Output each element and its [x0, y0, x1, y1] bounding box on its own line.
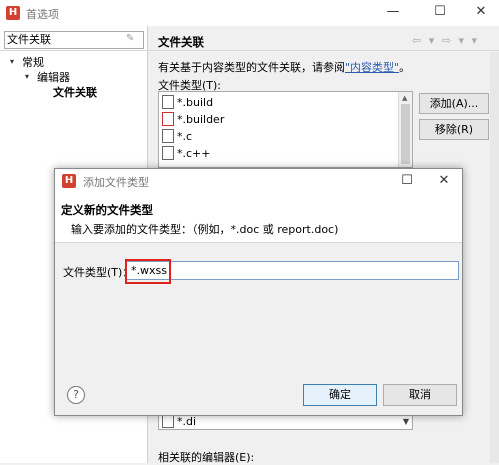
- file-types-list[interactable]: *.build *.builder *.c *.c++ ▲: [158, 91, 413, 168]
- ok-button[interactable]: 确定: [303, 384, 377, 406]
- file-type-field-label: 文件类型(T)：: [63, 266, 134, 279]
- cancel-button[interactable]: 取消: [383, 384, 457, 406]
- page-title: 文件关联: [158, 35, 204, 49]
- app-icon: H: [6, 6, 20, 20]
- file-icon: [162, 146, 174, 160]
- scroll-thumb[interactable]: [401, 104, 410, 164]
- annotation-highlight: [125, 259, 171, 284]
- filter-input[interactable]: 文件关联: [4, 31, 144, 49]
- list-scrollbar[interactable]: ▲: [398, 92, 412, 167]
- description-text: 有关基于内容类型的文件关联，请参阅: [158, 61, 345, 74]
- page-description: 有关基于内容类型的文件关联，请参阅"内容类型"。: [158, 59, 410, 75]
- list-item[interactable]: *.c++: [162, 145, 210, 162]
- dialog-header-title: 定义新的文件类型: [61, 203, 153, 217]
- file-icon: [162, 129, 174, 143]
- tree-item-editors[interactable]: 编辑器: [37, 69, 70, 85]
- tree-item-file-associations[interactable]: 文件关联: [53, 84, 97, 100]
- tree-item-general[interactable]: 常规: [22, 54, 44, 70]
- dialog-header-description: 输入要添加的文件类型：（例如，*.doc 或 report.doc): [71, 223, 339, 236]
- remove-file-type-button[interactable]: 移除(R): [419, 119, 489, 140]
- clear-filter-icon[interactable]: ✎: [126, 33, 138, 45]
- file-icon: [162, 414, 174, 428]
- maximize-button[interactable]: ☐: [425, 1, 455, 23]
- divider: [0, 50, 499, 51]
- list-item[interactable]: *.build: [162, 94, 213, 111]
- file-type-input[interactable]: *.wxss: [126, 261, 459, 280]
- minimize-button[interactable]: —: [378, 1, 408, 23]
- file-icon: [162, 112, 174, 126]
- dialog-header: 定义新的文件类型 输入要添加的文件类型：（例如，*.doc 或 report.d…: [55, 194, 462, 243]
- maximize-button[interactable]: ☐: [392, 170, 422, 192]
- file-icon: [162, 95, 174, 109]
- main-titlebar: H 首选项 — ☐ ✕: [0, 0, 499, 26]
- add-file-type-dialog: H 添加文件类型 ☐ ✕ 定义新的文件类型 输入要添加的文件类型：（例如，*.d…: [54, 168, 463, 416]
- content-types-link[interactable]: "内容类型": [345, 61, 399, 74]
- nav-arrows-icon[interactable]: ⇦ ▾ ⇨ ▾ ▾: [412, 34, 479, 47]
- chevron-down-icon[interactable]: ▼: [403, 414, 409, 429]
- window-title: 首选项: [26, 8, 59, 21]
- add-file-type-button[interactable]: 添加(A)...: [419, 93, 489, 114]
- help-icon[interactable]: ?: [67, 386, 85, 404]
- close-button[interactable]: ✕: [466, 1, 496, 23]
- close-button[interactable]: ✕: [429, 170, 459, 192]
- dialog-title: 添加文件类型: [83, 176, 149, 189]
- list-item[interactable]: *.c: [162, 128, 192, 145]
- expand-arrow-icon[interactable]: ▾: [25, 72, 29, 81]
- dialog-titlebar: H 添加文件类型 ☐ ✕: [55, 169, 462, 194]
- scroll-up-icon[interactable]: ▲: [402, 94, 407, 102]
- expand-arrow-icon[interactable]: ▾: [10, 57, 14, 66]
- app-icon: H: [62, 174, 76, 188]
- description-suffix: 。: [399, 61, 411, 74]
- list-item[interactable]: *.builder: [162, 111, 224, 128]
- page-scrollbar[interactable]: [490, 52, 499, 463]
